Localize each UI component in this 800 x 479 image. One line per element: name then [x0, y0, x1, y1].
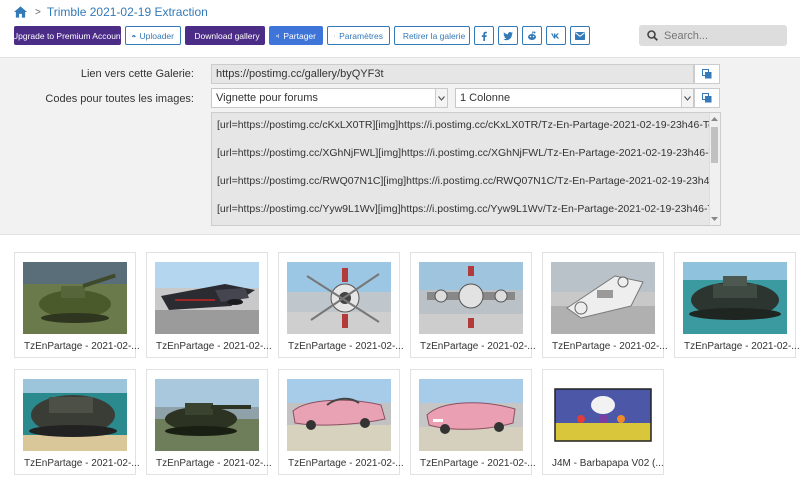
share-button[interactable]: Partager [269, 26, 323, 45]
breadcrumb-separator: > [35, 6, 41, 18]
share-icon [276, 33, 280, 38]
gallery-item[interactable]: TzEnPartage - 2021-02-... [278, 369, 404, 475]
reddit-share-button[interactable] [522, 26, 542, 45]
uploader-button[interactable]: Uploader [125, 26, 181, 45]
email-share-button[interactable] [570, 26, 590, 45]
gallery-item[interactable]: TzEnPartage - 2021-02-... [410, 369, 536, 475]
settings-button[interactable]: Paramètres [327, 26, 390, 45]
search-box[interactable] [639, 25, 787, 46]
twitter-icon [503, 31, 513, 40]
envelope-icon [575, 31, 585, 40]
thumbnail-caption: TzEnPartage - 2021-02-... [288, 341, 404, 352]
thumbnail-image [23, 262, 127, 334]
breadcrumb: > Trimble 2021-02-19 Extraction [14, 4, 208, 20]
download-gallery-label: Download gallery [194, 30, 260, 41]
gallery-item[interactable]: TzEnPartage - 2021-02-... [14, 252, 140, 358]
cloud-upload-icon [132, 34, 136, 37]
thumbnail-caption: J4M - Barbapapa V02 (... [552, 458, 664, 469]
codes-textarea[interactable]: [url=https://postimg.cc/cKxLX0TR][img]ht… [211, 112, 721, 226]
share-label: Partager [283, 30, 316, 41]
search-icon [647, 30, 658, 41]
codes-label: Codes pour toutes les images: [45, 93, 194, 105]
vk-share-button[interactable] [546, 26, 566, 45]
thumbnail-caption: TzEnPartage - 2021-02-... [420, 341, 536, 352]
gallery-item[interactable]: TzEnPartage - 2021-02-... [146, 252, 272, 358]
copy-link-button[interactable] [694, 64, 720, 84]
thumbnail-image [419, 379, 523, 451]
remove-gallery-button[interactable]: Retirer la galerie [394, 26, 470, 45]
copy-icon [702, 69, 712, 79]
gallery-item[interactable]: TzEnPartage - 2021-02-... [674, 252, 800, 358]
search-input[interactable] [664, 29, 774, 42]
code-format-select[interactable]: Vignette pour forums [211, 88, 448, 108]
vk-icon [551, 33, 560, 38]
facebook-icon [481, 31, 487, 41]
columns-value: 1 Colonne [460, 92, 511, 104]
code-line: [url=https://postimg.cc/cKxLX0TR][img]ht… [217, 119, 721, 131]
thumbnail-image [23, 379, 127, 451]
breadcrumb-gallery-title[interactable]: Trimble 2021-02-19 Extraction [47, 5, 208, 19]
facebook-share-button[interactable] [474, 26, 494, 45]
gallery-item[interactable]: J4M - Barbapapa V02 (... [542, 369, 664, 475]
uploader-label: Uploader [139, 30, 175, 41]
twitter-share-button[interactable] [498, 26, 518, 45]
toolbar: Upgrade to Premium Account Uploader Down… [11, 26, 590, 45]
thumbnail-image [551, 379, 655, 451]
thumbnail-caption: TzEnPartage - 2021-02-... [24, 458, 140, 469]
reddit-icon [528, 30, 536, 40]
settings-label: Paramètres [339, 30, 383, 41]
chevron-down-icon [681, 89, 693, 107]
gallery-link-field[interactable]: https://postimg.cc/gallery/byQYF3t [211, 64, 694, 84]
gallery-item[interactable]: TzEnPartage - 2021-02-... [278, 252, 404, 358]
thumbnail-image [155, 379, 259, 451]
scroll-up-arrow-icon[interactable] [710, 115, 719, 123]
thumbnail-caption: TzEnPartage - 2021-02-... [552, 341, 668, 352]
thumbnail-caption: TzEnPartage - 2021-02-... [684, 341, 800, 352]
gallery-item[interactable]: TzEnPartage - 2021-02-... [14, 369, 140, 475]
thumbnail-image [683, 262, 787, 334]
codes-scrollbar[interactable] [709, 113, 720, 225]
gear-icon [334, 35, 335, 36]
thumbnail-caption: TzEnPartage - 2021-02-... [24, 341, 140, 352]
code-format-value: Vignette pour forums [216, 92, 318, 104]
gallery-codes-panel: Lien vers cette Galerie: https://postimg… [0, 57, 800, 235]
thumbnail-caption: TzEnPartage - 2021-02-... [288, 458, 404, 469]
chevron-down-icon [435, 89, 447, 107]
home-icon[interactable] [14, 6, 27, 18]
gallery-item[interactable]: TzEnPartage - 2021-02-... [146, 369, 272, 475]
download-gallery-button[interactable]: Download gallery [185, 26, 265, 45]
columns-select[interactable]: 1 Colonne [455, 88, 694, 108]
gallery-item[interactable]: TzEnPartage - 2021-02-... [410, 252, 536, 358]
upgrade-premium-label: Upgrade to Premium Account [11, 30, 124, 41]
thumbnail-image [155, 262, 259, 334]
thumbnail-image [551, 262, 655, 334]
upgrade-premium-button[interactable]: Upgrade to Premium Account [11, 26, 124, 45]
scroll-down-arrow-icon[interactable] [710, 215, 719, 223]
gallery-link-label: Lien vers cette Galerie: [80, 68, 194, 80]
thumbnail-image [287, 379, 391, 451]
code-line: [url=https://postimg.cc/RWQ07N1C][img]ht… [217, 175, 721, 187]
copy-icon [702, 93, 712, 103]
thumbnail-caption: TzEnPartage - 2021-02-... [156, 458, 272, 469]
code-line: [url=https://postimg.cc/XGhNjFWL][img]ht… [217, 147, 721, 159]
codes-scroll-thumb[interactable] [711, 127, 718, 163]
remove-gallery-label: Retirer la galerie [402, 30, 466, 41]
thumbnail-image [287, 262, 391, 334]
thumbnail-caption: TzEnPartage - 2021-02-... [420, 458, 536, 469]
gallery-item[interactable]: TzEnPartage - 2021-02-... [542, 252, 668, 358]
copy-codes-button[interactable] [694, 88, 720, 108]
thumbnail-caption: TzEnPartage - 2021-02-... [156, 341, 272, 352]
code-line: [url=https://postimg.cc/Yyw9L1Wv][img]ht… [217, 203, 721, 215]
thumbnail-image [419, 262, 523, 334]
